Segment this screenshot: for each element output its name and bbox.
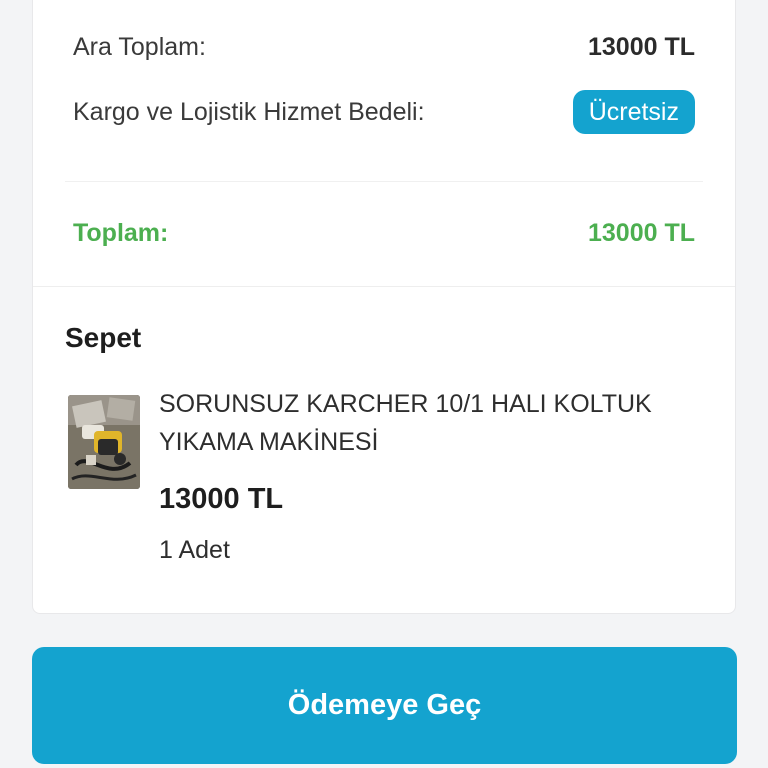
product-price: 13000 TL xyxy=(159,483,284,515)
order-summary: Ara Toplam: 13000 TL Kargo ve Lojistik H… xyxy=(33,0,735,286)
product-photo-icon[interactable] xyxy=(68,395,140,489)
shipping-label: Kargo ve Lojistik Hizmet Bedeli: xyxy=(73,97,425,126)
summary-divider xyxy=(65,181,703,182)
proceed-to-payment-button[interactable]: Ödemeye Geç xyxy=(32,647,737,764)
product-name[interactable]: SORUNSUZ KARCHER 10/1 HALI KOLTUK YIKAMA… xyxy=(159,385,699,461)
shipping-free-badge: Ücretsiz xyxy=(572,90,695,134)
total-value: 13000 TL xyxy=(587,218,695,247)
subtotal-value: 13000 TL xyxy=(587,32,695,61)
product-info: SORUNSUZ KARCHER 10/1 HALI KOLTUK YIKAMA… xyxy=(159,390,699,565)
shipping-row: Kargo ve Lojistik Hizmet Bedeli: Ücretsi… xyxy=(73,87,695,137)
section-divider xyxy=(33,286,735,287)
subtotal-label: Ara Toplam: xyxy=(73,32,206,61)
checkout-page: Ara Toplam: 13000 TL Kargo ve Lojistik H… xyxy=(0,0,768,768)
product-quantity: 1 Adet xyxy=(159,536,230,564)
order-card: Ara Toplam: 13000 TL Kargo ve Lojistik H… xyxy=(32,0,736,614)
cart-title: Sepet xyxy=(65,322,142,353)
subtotal-row: Ara Toplam: 13000 TL xyxy=(73,27,695,67)
total-label: Toplam: xyxy=(73,218,169,247)
total-row: Toplam: 13000 TL xyxy=(73,213,695,253)
